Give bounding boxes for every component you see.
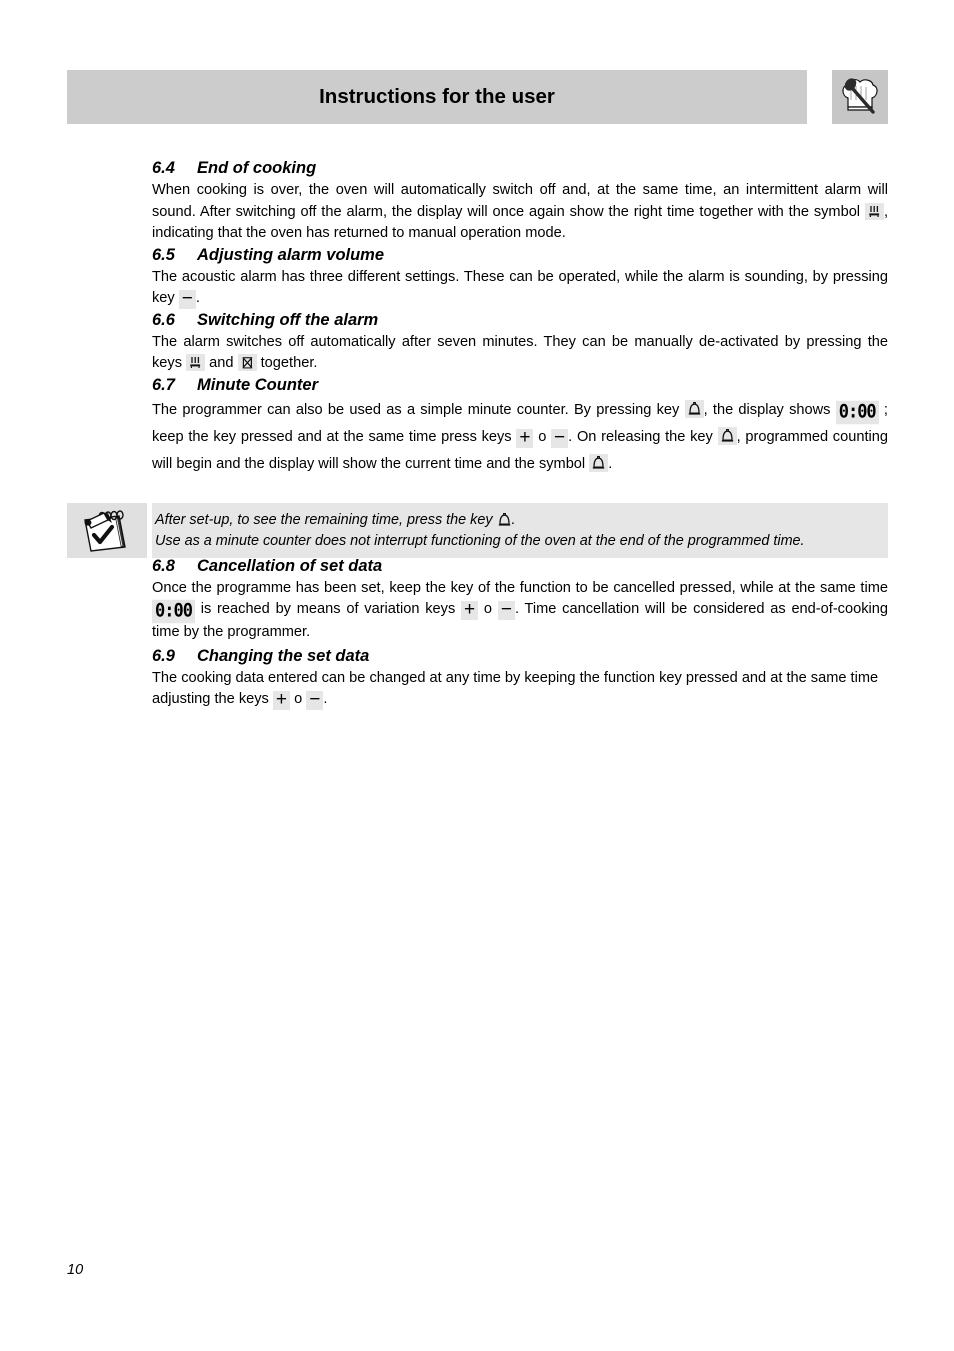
section-heading-6-4: 6.4 End of cooking: [152, 158, 888, 179]
bell-icon: [497, 512, 512, 528]
main-content: 6.4 End of cooking When cooking is over, …: [152, 158, 888, 711]
section-body-6-8: Once the programme has been set, keep th…: [152, 578, 888, 644]
section-number: 6.9: [152, 646, 175, 665]
section-text: Once the programme has been set, keep th…: [152, 579, 888, 596]
section-text-cont3: . On releasing the key: [568, 428, 713, 445]
minus-key-icon: −: [178, 289, 196, 309]
section-title: Minute Counter: [197, 375, 318, 394]
manual-heat-icon: [864, 202, 884, 220]
section-text-cont: is reached by means of variation keys: [200, 601, 456, 617]
section-number: 6.7: [152, 375, 175, 394]
section-title: Cancellation of set data: [197, 556, 383, 575]
page-title: Instructions for the user: [319, 85, 555, 108]
bell-icon: [589, 453, 609, 472]
bell-icon: [717, 426, 737, 445]
bell-icon: [684, 399, 704, 418]
section-text: When cooking is over, the oven will auto…: [152, 182, 888, 220]
conjunction: o: [538, 428, 547, 445]
section-number: 6.6: [152, 310, 175, 329]
display-value: 0:00: [835, 400, 879, 424]
section-text: The acoustic alarm has three different s…: [152, 268, 888, 307]
conjunction: o: [294, 691, 303, 707]
section-heading-6-9: 6.9 Changing the set data: [152, 646, 888, 667]
section-body-6-6: The alarm switches off automatically aft…: [152, 332, 888, 375]
section-text: The programmer can also be used as a sim…: [152, 401, 680, 418]
page-header: Instructions for the user: [67, 70, 888, 124]
plus-key-icon: +: [516, 428, 534, 448]
section-text-cont: and: [209, 355, 234, 371]
note-line-1-end: .: [511, 512, 516, 528]
section-heading-6-5: 6.5 Adjusting alarm volume: [152, 245, 888, 266]
section-title: Adjusting alarm volume: [197, 245, 385, 264]
conjunction: o: [483, 601, 493, 617]
section-text: The cooking data entered can be changed …: [152, 669, 879, 708]
section-number: 6.4: [152, 159, 175, 177]
section-text-end: .: [608, 455, 613, 472]
section-title: Changing the set data: [197, 646, 370, 665]
minus-key-icon: −: [306, 690, 324, 710]
minus-key-icon: −: [497, 600, 515, 620]
note-line-1-text: After set-up, to see the remaining time,…: [155, 512, 493, 528]
section-text-cont: , the display shows: [703, 401, 831, 418]
note-callout: After set-up, to see the remaining time,…: [67, 503, 888, 558]
section-body-6-4: When cooking is over, the oven will auto…: [152, 180, 888, 245]
note-line-2: Use as a minute counter does not interru…: [155, 533, 805, 549]
section-title: End of cooking: [197, 159, 317, 177]
plus-key-icon: +: [272, 690, 290, 710]
section-text-cont: .: [195, 290, 200, 306]
plus-key-icon: +: [461, 600, 479, 620]
page-number: 10: [67, 1262, 84, 1278]
section-text-end: .: [323, 691, 328, 707]
section-body-6-9: The cooking data entered can be changed …: [152, 668, 888, 711]
notepad-pencil-check-icon: [67, 503, 147, 558]
minus-key-icon: −: [551, 428, 569, 448]
section-heading-6-6: 6.6 Switching off the alarm: [152, 310, 888, 331]
display-value: 0:00: [152, 599, 195, 624]
section-heading-6-8: 6.8 Cancellation of set data: [152, 556, 888, 577]
section-heading-6-7: 6.7 Minute Counter: [152, 375, 888, 396]
header-bar: Instructions for the user: [67, 70, 807, 124]
section-text-end: together.: [260, 355, 318, 371]
section-number: 6.8: [152, 556, 175, 575]
chef-hat-spoon-icon: [832, 70, 888, 124]
note-text-panel: After set-up, to see the remaining time,…: [152, 503, 888, 558]
section-number: 6.5: [152, 245, 175, 264]
note-line-1: After set-up, to see the remaining time,…: [155, 510, 888, 531]
cancel-cooking-icon: [237, 354, 257, 371]
section-title: Switching off the alarm: [197, 310, 379, 329]
section-body-6-5: The acoustic alarm has three different s…: [152, 267, 888, 310]
section-body-6-7: The programmer can also be used as a sim…: [152, 397, 888, 478]
manual-heat-icon: [186, 354, 206, 371]
